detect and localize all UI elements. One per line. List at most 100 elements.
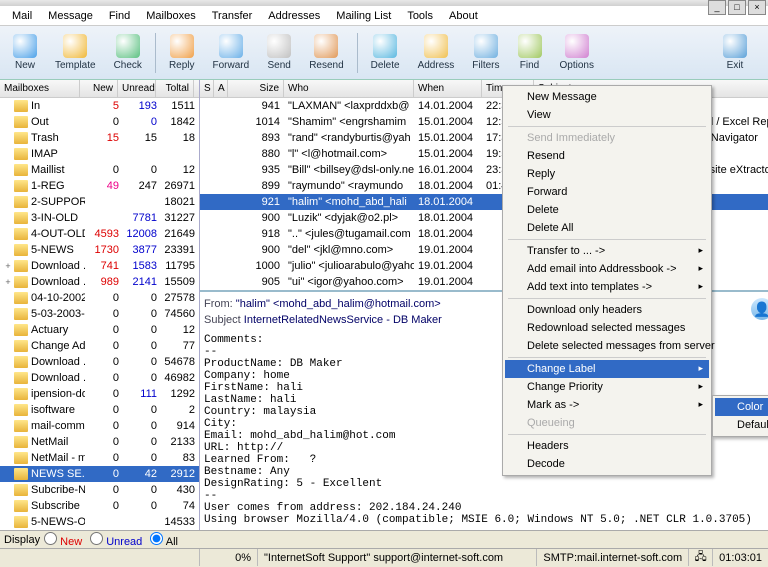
folder-row[interactable]: Trash151518 [0,130,199,146]
close-button[interactable]: × [748,0,766,15]
address-button[interactable]: Address [409,30,464,75]
find-button[interactable]: Find [509,30,551,75]
delete-button[interactable]: Delete [362,30,409,75]
folder-icon [14,404,28,416]
folder-row[interactable]: Maillist0012 [0,162,199,178]
folder-row[interactable]: Subcribe-N..00430 [0,482,199,498]
msg-hdr-size[interactable]: Size [228,80,284,97]
folder-row[interactable]: Actuary0012 [0,322,199,338]
folder-row[interactable]: 5-NEWS-OLD14533 [0,514,199,530]
folder-row[interactable]: 1-REG4924726971 [0,178,199,194]
folder-unread-count: 42 [123,468,161,480]
folder-row[interactable]: NetMail - m..0083 [0,450,199,466]
folder-row[interactable]: ipension-do..01111292 [0,386,199,402]
folder-row[interactable]: isoftware002 [0,402,199,418]
menu-item-headers[interactable]: Headers [505,437,709,455]
folder-name: NEWS SE.. [31,468,85,480]
menu-message[interactable]: Message [40,8,101,24]
folder-new-count: 0 [85,292,123,304]
menu-item-delete-selected-messages-from-server[interactable]: Delete selected messages from server [505,337,709,355]
folder-row[interactable]: 3-IN-OLD778131227 [0,210,199,226]
folder-row[interactable]: Out001842 [0,114,199,130]
submenu-item-default[interactable]: Default [715,416,768,434]
display-all[interactable]: All [150,532,178,548]
folder-new-count: 0 [85,468,123,480]
menu-mailing-list[interactable]: Mailing List [328,8,399,24]
forward-button[interactable]: Forward [204,30,259,75]
display-unread[interactable]: Unread [90,532,142,548]
folder-row[interactable]: 4-OUT-OLD45931200821649 [0,226,199,242]
submenu-item-color[interactable]: Color [715,398,768,416]
folder-row[interactable]: Subscribe0074 [0,498,199,514]
template-icon [63,34,87,58]
menu-item-view[interactable]: View [505,106,709,124]
folder-row[interactable]: +Download ..989214115509 [0,274,199,290]
folder-row[interactable]: mail-comm..00914 [0,418,199,434]
menu-item-forward[interactable]: Forward [505,183,709,201]
folder-name: NetMail - m.. [31,452,85,464]
folder-row[interactable]: +Download ..741158311795 [0,258,199,274]
menu-item-send-immediately: Send Immediately [505,129,709,147]
menu-item-change-priority[interactable]: Change Priority [505,378,709,396]
menu-item-add-text-into-templates-[interactable]: Add text into templates -> [505,278,709,296]
check-button[interactable]: Check [105,30,151,75]
resend-button[interactable]: Resend [300,30,352,75]
filters-button[interactable]: Filters [463,30,508,75]
menu-item-mark-as-[interactable]: Mark as -> [505,396,709,414]
folder-row[interactable]: IMAP [0,146,199,162]
menu-find[interactable]: Find [101,8,138,24]
menu-item-delete[interactable]: Delete [505,201,709,219]
folder-hdr-name[interactable]: Mailboxes [0,80,80,97]
menu-item-redownload-selected-messages[interactable]: Redownload selected messages [505,319,709,337]
new-button[interactable]: New [4,30,46,75]
folder-row[interactable]: 5-NEWS1730387723391 [0,242,199,258]
preview-reply-icon[interactable]: 👤 [751,298,768,320]
reply-button[interactable]: Reply [160,30,204,75]
maximize-button[interactable]: □ [728,0,746,15]
folder-row[interactable]: 2-SUPPORT18021 [0,194,199,210]
folder-row[interactable]: Change Ad..0077 [0,338,199,354]
right-pane: S A Size Who When Time Subject 941"LAXMA… [200,80,768,530]
menu-item-add-email-into-addressbook-[interactable]: Add email into Addressbook -> [505,260,709,278]
folder-row[interactable]: Download ..0046982 [0,370,199,386]
folder-icon [14,356,28,368]
folder-row[interactable]: NetMail002133 [0,434,199,450]
menu-item-decode[interactable]: Decode [505,455,709,473]
menu-mail[interactable]: Mail [4,8,40,24]
minimize-button[interactable]: _ [708,0,726,15]
msg-hdr-a[interactable]: A [214,80,228,97]
folder-row[interactable]: In51931511 [0,98,199,114]
menu-item-transfer-to-[interactable]: Transfer to ... -> [505,242,709,260]
expand-icon[interactable]: + [2,277,14,287]
menu-tools[interactable]: Tools [399,8,441,24]
folder-hdr-unread[interactable]: Unread [118,80,156,97]
folder-hdr-total[interactable]: Toltal [156,80,194,97]
folder-hdr-new[interactable]: New [80,80,118,97]
menu-item-resend[interactable]: Resend [505,147,709,165]
menu-item-change-label[interactable]: Change Label [505,360,709,378]
menu-mailboxes[interactable]: Mailboxes [138,8,204,24]
menu-item-delete-all[interactable]: Delete All [505,219,709,237]
msg-hdr-s[interactable]: S [200,80,214,97]
menu-item-download-only-headers[interactable]: Download only headers [505,301,709,319]
menu-about[interactable]: About [441,8,486,24]
folder-unread-count: 0 [123,308,161,320]
options-button[interactable]: Options [551,30,603,75]
msg-hdr-who[interactable]: Who [284,80,414,97]
exit-button[interactable]: Exit [714,30,756,75]
menu-item-reply[interactable]: Reply [505,165,709,183]
menu-item-new-message[interactable]: New Message [505,88,709,106]
template-button[interactable]: Template [46,30,105,75]
msg-size: 905 [228,276,284,288]
msg-hdr-when[interactable]: When [414,80,482,97]
folder-row[interactable]: 04-10-2002-..0027578 [0,290,199,306]
folder-row[interactable]: NEWS SE..0422912 [0,466,199,482]
folder-row[interactable]: 5-03-2003-..0074560 [0,306,199,322]
menu-transfer[interactable]: Transfer [204,8,261,24]
menu-addresses[interactable]: Addresses [260,8,328,24]
display-new[interactable]: New [44,532,82,548]
folder-row[interactable]: Download ..0054678 [0,354,199,370]
folder-new-count: 0 [85,372,123,384]
send-button[interactable]: Send [258,30,300,75]
expand-icon[interactable]: + [2,261,14,271]
